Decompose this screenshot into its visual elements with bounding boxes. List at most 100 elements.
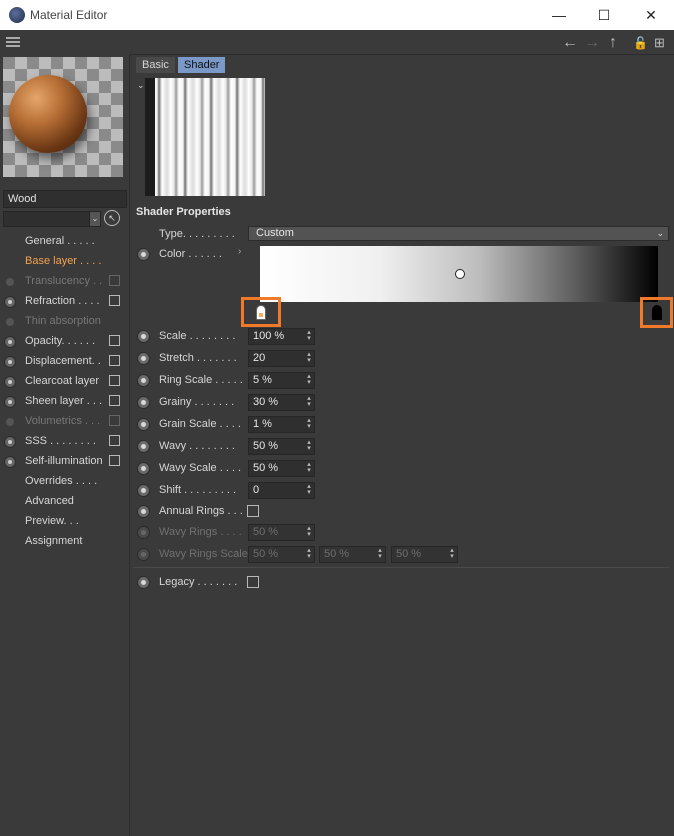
sidebar-item-label: Volumetrics . . . [25, 415, 101, 427]
animate-dot-icon[interactable] [4, 436, 16, 448]
animate-radio-icon[interactable] [137, 462, 150, 475]
new-window-icon[interactable]: ⊞ [654, 35, 665, 51]
animate-dot-icon[interactable] [4, 456, 16, 468]
collapse-chevron-icon[interactable]: ⌄ [137, 80, 145, 91]
expand-arrow-icon[interactable]: › [238, 246, 241, 257]
tab-shader[interactable]: Shader [178, 57, 226, 73]
menu-icon[interactable] [6, 37, 20, 47]
gradient-interpolation-knot[interactable] [455, 269, 465, 279]
channel-checkbox[interactable] [109, 275, 120, 286]
forward-arrow-icon[interactable]: → [584, 34, 600, 52]
material-selector[interactable] [3, 211, 91, 227]
param-field[interactable]: 50 % ▴ ▾ [248, 460, 315, 477]
animate-radio-icon[interactable] [137, 330, 150, 343]
sidebar-item-label: Sheen layer . . . [25, 395, 103, 407]
param-field[interactable]: 0 ▴ ▾ [248, 482, 315, 499]
animate-radio-icon[interactable] [137, 396, 150, 409]
animate-radio-icon[interactable] [137, 505, 150, 518]
material-preview[interactable] [3, 57, 123, 177]
animate-radio-icon[interactable] [137, 576, 150, 589]
animate-dot-icon[interactable] [4, 336, 16, 348]
spinner-icon[interactable]: ▴ ▾ [305, 329, 313, 343]
type-dropdown[interactable]: Custom ⌄ [248, 226, 669, 241]
maximize-button[interactable]: ☐ [581, 0, 627, 30]
animate-radio-icon[interactable] [137, 440, 150, 453]
sidebar-item[interactable]: SSS . . . . . . . . [0, 432, 129, 452]
animate-radio-icon[interactable] [137, 374, 150, 387]
param-value: 0 [253, 484, 260, 496]
spinner-icon[interactable]: ▴ ▾ [305, 395, 313, 409]
param-field[interactable]: 5 % ▴ ▾ [248, 372, 315, 389]
param-row: Ring Scale . . . . . 5 % ▴ ▾ [130, 370, 674, 392]
animate-dot-icon [6, 278, 14, 286]
sidebar-item[interactable]: Translucency . . [0, 272, 129, 292]
sidebar-item[interactable]: Displacement. . [0, 352, 129, 372]
param-row: Shift . . . . . . . . . 0 ▴ ▾ [130, 480, 674, 502]
color-label: Color . . . . . . [159, 248, 222, 260]
sidebar-item-label: Translucency . . [25, 275, 103, 287]
param-field[interactable]: 50 % ▴ ▾ [248, 438, 315, 455]
lock-icon[interactable]: 🔓 [633, 36, 648, 50]
sidebar-item[interactable]: Opacity. . . . . . [0, 332, 129, 352]
spinner-icon[interactable]: ▴ ▾ [305, 351, 313, 365]
material-name-field[interactable]: Wood [3, 190, 127, 208]
sidebar-item[interactable]: Preview. . . [0, 512, 129, 532]
spinner-icon[interactable]: ▴ ▾ [305, 461, 313, 475]
annual-rings-label: Annual Rings . . . [159, 505, 243, 517]
type-label: Type. . . . . . . . . [159, 228, 235, 240]
sidebar-item[interactable]: Clearcoat layer [0, 372, 129, 392]
close-button[interactable]: ✕ [628, 0, 674, 30]
sidebar-item[interactable]: Thin absorption [0, 312, 129, 332]
channel-checkbox[interactable] [109, 435, 120, 446]
channel-checkbox[interactable] [109, 335, 120, 346]
legacy-label: Legacy . . . . . . . [159, 576, 238, 588]
channel-checkbox[interactable] [109, 455, 120, 466]
sidebar-item[interactable]: Volumetrics . . . [0, 412, 129, 432]
sidebar-item[interactable]: General . . . . . [0, 232, 129, 252]
gradient-knot-white[interactable] [256, 305, 266, 320]
animate-radio-icon[interactable] [137, 248, 150, 261]
legacy-checkbox[interactable] [247, 576, 259, 588]
animate-radio-icon[interactable] [137, 418, 150, 431]
spinner-icon[interactable]: ▴ ▾ [305, 439, 313, 453]
gradient-knot-black[interactable] [651, 305, 662, 320]
annual-rings-checkbox[interactable] [247, 505, 259, 517]
param-field[interactable]: 30 % ▴ ▾ [248, 394, 315, 411]
minimize-button[interactable]: — [536, 0, 582, 30]
sidebar-item[interactable]: Overrides . . . . [0, 472, 129, 492]
spinner-icon[interactable]: ▴ ▾ [305, 417, 313, 431]
animate-dot-icon[interactable] [4, 376, 16, 388]
channel-checkbox[interactable] [109, 355, 120, 366]
sidebar-item[interactable]: Sheen layer . . . [0, 392, 129, 412]
param-field[interactable]: 1 % ▴ ▾ [248, 416, 315, 433]
back-arrow-icon[interactable]: ← [562, 34, 578, 52]
channel-checkbox[interactable] [109, 295, 120, 306]
animate-dot-icon[interactable] [4, 396, 16, 408]
chevron-down-icon[interactable]: ⌄ [89, 211, 101, 227]
animate-radio-icon[interactable] [137, 352, 150, 365]
tab-basic[interactable]: Basic [136, 57, 175, 73]
spinner-icon[interactable]: ▴ ▾ [305, 483, 313, 497]
animate-dot-icon[interactable] [4, 296, 16, 308]
param-label: Grain Scale . . . . [159, 418, 241, 430]
channel-checkbox[interactable] [109, 415, 120, 426]
animate-dot-icon[interactable] [4, 356, 16, 368]
param-field[interactable]: 20 ▴ ▾ [248, 350, 315, 367]
wavy-rings-row: Wavy Rings . . . . 50 % ▴ ▾ [130, 522, 674, 544]
shader-thumbnail [145, 78, 265, 196]
param-field[interactable]: 100 % ▴ ▾ [248, 328, 315, 345]
sidebar-item-label: Displacement. . [25, 355, 101, 367]
picker-icon[interactable]: ↖ [104, 210, 120, 226]
sidebar-item[interactable]: Refraction . . . . [0, 292, 129, 312]
animate-radio-icon[interactable] [137, 484, 150, 497]
sidebar-item[interactable]: Advanced [0, 492, 129, 512]
sidebar-item[interactable]: Assignment [0, 532, 129, 552]
spinner-icon[interactable]: ▴ ▾ [305, 373, 313, 387]
sidebar-item[interactable]: Base layer . . . . [0, 252, 129, 272]
sidebar-item-label: SSS . . . . . . . . [25, 435, 96, 447]
channel-checkbox[interactable] [109, 395, 120, 406]
up-arrow-icon[interactable]: ↑ [609, 34, 617, 52]
wavy-rings-scale-x-field: 50 % ▴ ▾ [248, 546, 315, 563]
channel-checkbox[interactable] [109, 375, 120, 386]
sidebar-item[interactable]: Self-illumination [0, 452, 129, 472]
